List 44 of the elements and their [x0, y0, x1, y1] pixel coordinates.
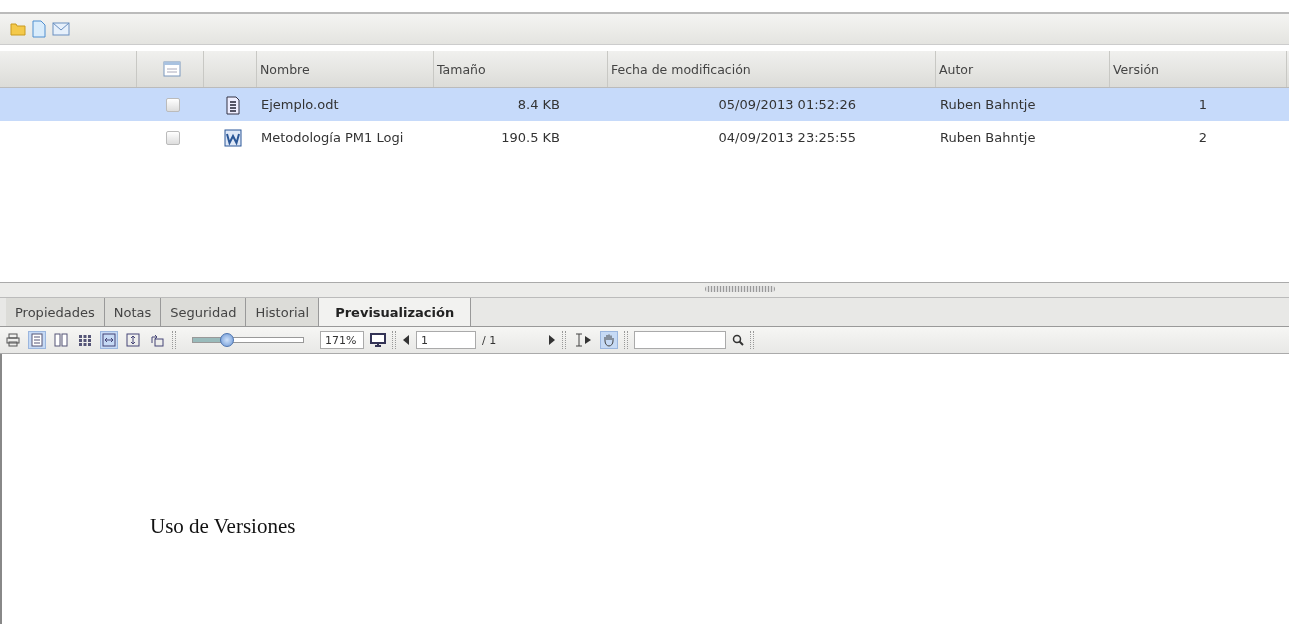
checkbox[interactable] — [165, 97, 180, 112]
splitter-handle[interactable] — [704, 286, 775, 292]
tab[interactable]: Seguridad — [161, 298, 247, 326]
table-cell-text: 1 — [1197, 97, 1208, 112]
table-cell-text: 8.4 KB — [516, 97, 561, 112]
table-cell-text: Ruben Bahntje — [939, 97, 1037, 112]
fitheight-icon[interactable] — [124, 331, 142, 349]
table-cell-text: 190.5 KB — [500, 130, 561, 145]
column-header[interactable]: Tamaño — [434, 51, 608, 87]
monitor-icon[interactable] — [370, 333, 386, 347]
tab[interactable]: Historial — [246, 298, 320, 326]
table-cell-text: 04/09/2013 23:25:55 — [717, 130, 857, 145]
search-icon[interactable] — [732, 334, 744, 346]
table-cell-text: Ruben Bahntje — [939, 130, 1037, 145]
previous-page-icon[interactable] — [402, 334, 410, 346]
tab[interactable]: Propiedades — [6, 298, 105, 326]
tab[interactable]: Notas — [104, 298, 162, 326]
next-page-icon[interactable] — [548, 334, 556, 346]
table-cell-text: 05/09/2013 01:52:26 — [717, 97, 857, 112]
document-icon[interactable] — [32, 20, 46, 38]
column-header[interactable]: Fecha de modificación — [608, 51, 936, 87]
column-header[interactable]: Autor — [936, 51, 1110, 87]
zoom-field[interactable]: 171% — [320, 331, 364, 349]
page-field[interactable]: 1 — [416, 331, 476, 349]
envelope-icon[interactable] — [52, 22, 70, 36]
list-icon — [162, 61, 181, 77]
document-icon — [224, 94, 241, 115]
document-text: Uso de Versiones — [150, 514, 296, 539]
hand-icon[interactable] — [600, 331, 618, 349]
double-icon[interactable] — [52, 331, 70, 349]
column-header[interactable]: Versión — [1110, 51, 1287, 87]
checkbox[interactable] — [165, 130, 180, 145]
tab[interactable]: Previsualización — [319, 298, 472, 326]
table-cell-text: Metodología PM1 Logi — [260, 130, 405, 145]
slider-thumb[interactable] — [220, 333, 234, 347]
print-icon[interactable] — [4, 331, 22, 349]
fitwidth-icon[interactable] — [100, 331, 118, 349]
search-field[interactable] — [634, 331, 726, 349]
single-icon[interactable] — [28, 331, 46, 349]
table-cell-text: 2 — [1197, 130, 1208, 145]
page-count: / 1 — [482, 333, 498, 347]
word-document-icon — [223, 128, 242, 147]
column-header[interactable]: Nombre — [257, 51, 434, 87]
table-cell-text: Ejemplo.odt — [260, 97, 340, 112]
